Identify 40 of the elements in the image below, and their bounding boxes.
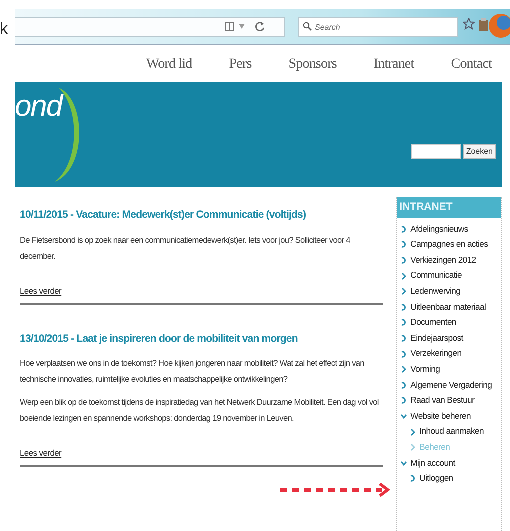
clipboard-icon[interactable] [478, 18, 489, 32]
sidebar-item[interactable]: Eindejaarspost [400, 330, 501, 346]
nav-link[interactable]: Word lid [146, 50, 192, 82]
sidebar-item[interactable]: Afdelingsnieuws [400, 222, 501, 238]
sidebar-item[interactable]: Uitleenbaar materiaal [400, 300, 501, 316]
sidebar-item[interactable]: Ledenwerving [400, 284, 501, 300]
nav-link[interactable]: Contact [451, 50, 492, 82]
sidebar-item[interactable]: Campagnes en acties [400, 237, 501, 253]
read-more-link[interactable]: Lees verder [20, 447, 62, 460]
sidebar-item[interactable]: Communicatie [400, 268, 501, 284]
read-more-link[interactable]: Lees verder [20, 284, 62, 298]
sidebar-item[interactable]: Website beheren [400, 408, 501, 424]
nav-link[interactable]: Pers [229, 50, 252, 82]
sidebar-item[interactable]: Inhoud aanmaken [410, 424, 501, 440]
search-button[interactable]: Zoeken [463, 144, 496, 159]
sidebar-item[interactable]: Raad van Bestuur [400, 393, 501, 409]
sidebar-item[interactable]: Verzekeringen [400, 346, 501, 362]
sidebar-item[interactable]: Documenten [400, 315, 501, 331]
nav-link[interactable]: Intranet [374, 50, 414, 82]
star-icon[interactable] [463, 18, 475, 30]
search-field[interactable]: Search [298, 17, 458, 37]
sidebar-item[interactable]: Vorming [400, 362, 501, 378]
sidebar-item[interactable]: Mijn account [400, 456, 501, 472]
cut-off-text: k [0, 20, 8, 40]
search-input[interactable] [411, 144, 462, 159]
sidebar-title: INTRANET [396, 197, 501, 218]
sidebar-item[interactable]: Verkiezingen 2012 [400, 252, 501, 268]
article-text: De Fietsersbond is op zoek naar een communicatiemedewerk(st)er. Iets voor jou? Solliciteer voor 4 december. [20, 234, 352, 263]
article-text: Hoe verplaatsen we ons in de toekomst? Hoe kijken jongeren naar mobiliteit? Wat zal het effect zijn van technische innovaties, ruimtelijke evoluties en maatschappelijke ontwikkelingen? [20, 357, 366, 386]
dropdown-icon[interactable] [239, 24, 245, 29]
logo-text: ond [15, 92, 62, 122]
reader-view-icon[interactable] [225, 22, 235, 32]
article-title[interactable]: 13/10/2015 - Laat je inspireren door de mobiliteit van morgen [20, 332, 383, 346]
nav-link[interactable]: Sponsors [288, 50, 337, 82]
sidebar-item[interactable]: Uitloggen [410, 471, 501, 487]
reload-icon[interactable] [255, 21, 265, 32]
search-icon [303, 22, 312, 31]
article-title[interactable]: 10/11/2015 - Vacature: Medewerk(st)er Communicatie (voltijds) [20, 209, 383, 222]
article-text: Werp een blik op de toekomst tijdens de inspiratiedag van het Netwerk Duurzame Mobiliteit. Een dag vol vol boeiende lezingen en spannende workshops: donderdag 19 november in Leuven. [20, 396, 380, 426]
sidebar-item[interactable]: Algemene Vergadering [400, 378, 501, 394]
